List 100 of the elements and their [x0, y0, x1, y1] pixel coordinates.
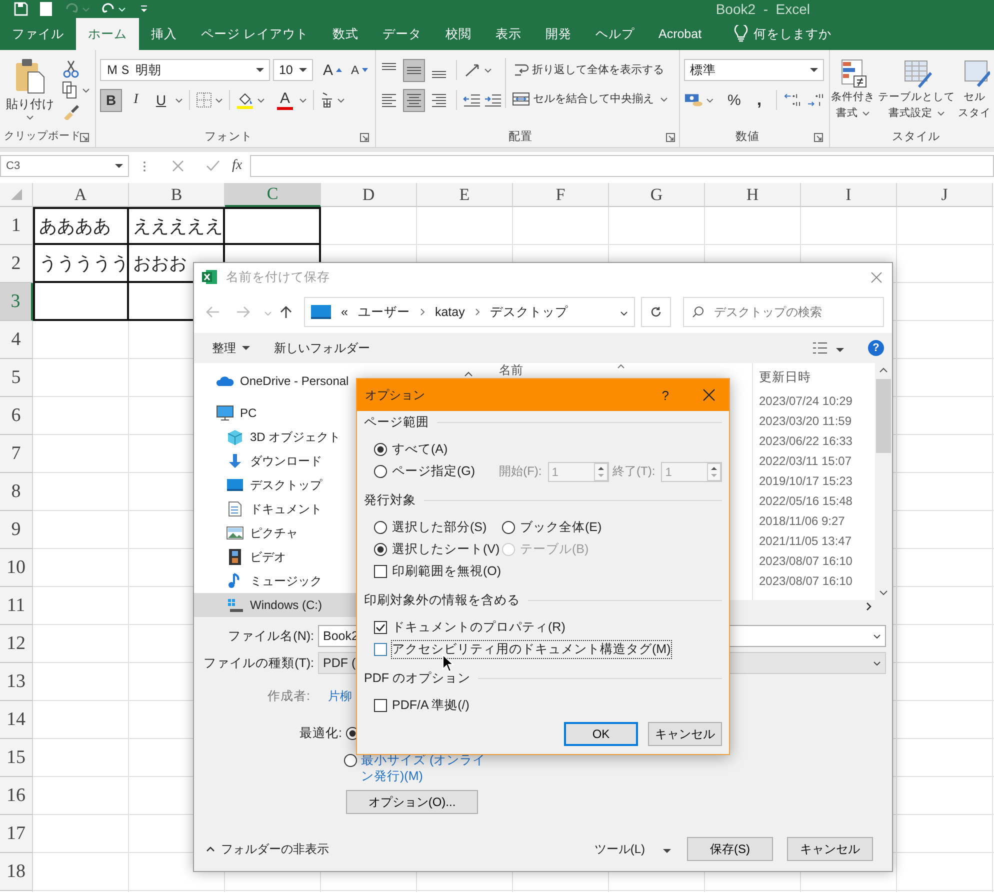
splitter-handle-icon[interactable]	[143, 161, 146, 172]
format-painter-icon[interactable]	[62, 102, 80, 120]
nav-item[interactable]: Windows (C:)	[194, 593, 357, 617]
comma-button[interactable]: ,	[748, 88, 770, 112]
lightbulb-icon[interactable]	[734, 25, 748, 43]
wrap-text-button[interactable]: 折り返して全体を表示する	[509, 58, 668, 81]
ribbon-tab[interactable]: ファイル	[0, 18, 76, 50]
row-header[interactable]: 13	[0, 663, 33, 701]
address-dropdown-icon[interactable]	[620, 311, 628, 316]
radio-button[interactable]	[374, 521, 387, 534]
nav-item[interactable]: ピクチャ	[194, 521, 357, 545]
column-header[interactable]: 更新日時	[759, 363, 875, 391]
help-button[interactable]: ?	[868, 340, 884, 356]
row-header[interactable]: 1	[0, 207, 33, 245]
row-header[interactable]: 6	[0, 397, 33, 435]
tools-arrow-icon[interactable]	[663, 849, 671, 853]
dialog-launcher-icon[interactable]	[360, 133, 369, 142]
table-cell[interactable]	[225, 207, 321, 245]
font-size-field[interactable]: 10	[272, 59, 313, 81]
ribbon-tab[interactable]: データ	[370, 18, 434, 50]
nav-item[interactable]: ビデオ	[194, 545, 357, 569]
file-type-dropdown-icon[interactable]	[873, 660, 881, 666]
column-header[interactable]: I	[801, 183, 897, 207]
align-center-button[interactable]	[403, 88, 425, 112]
table-cell[interactable]: ああああ	[33, 207, 129, 245]
text-orientation-icon[interactable]	[463, 62, 481, 78]
checkbox[interactable]	[374, 620, 387, 634]
column-header[interactable]: C	[225, 183, 321, 207]
save-icon[interactable]	[14, 2, 28, 16]
radio-button[interactable]	[374, 465, 387, 478]
name-box[interactable]: C3	[0, 155, 129, 177]
italic-button[interactable]: I	[125, 88, 147, 112]
nav-item[interactable]: 3D オブジェクト	[194, 425, 357, 449]
chevron-down-icon[interactable]	[936, 110, 944, 116]
row-header[interactable]: 2	[0, 245, 33, 283]
dialog-button[interactable]: キャンセル	[648, 722, 722, 746]
chevron-up-icon[interactable]	[206, 846, 215, 852]
table-cell[interactable]: えええええ	[129, 207, 225, 245]
chevron-down-icon[interactable]	[175, 98, 183, 102]
dialog-launcher-icon[interactable]	[666, 133, 675, 142]
fill-color-icon[interactable]	[236, 91, 254, 109]
address-bar[interactable]: « ユーザー katay デスクトップ	[304, 297, 635, 327]
underline-button[interactable]: U	[150, 88, 172, 112]
scroll-up-icon[interactable]	[464, 371, 473, 377]
merge-center-button[interactable]: セルを結合して中央揃え	[509, 88, 657, 110]
checkbox[interactable]	[374, 698, 387, 712]
dropdown-arrow-icon[interactable]	[256, 68, 264, 72]
organize-arrow-icon[interactable]	[242, 346, 250, 350]
save-button[interactable]: 保存(S)	[687, 837, 773, 861]
chevron-down-icon[interactable]	[706, 98, 714, 102]
row-header[interactable]: 10	[0, 549, 33, 587]
row-header[interactable]: 17	[0, 815, 33, 853]
ribbon-tab[interactable]: ホーム	[76, 18, 139, 50]
phonetic-guide-icon[interactable]	[320, 91, 334, 109]
chevron-down-icon[interactable]	[257, 98, 265, 102]
chevron-down-icon[interactable]	[82, 88, 90, 92]
nav-item[interactable]: ドキュメント	[194, 497, 357, 521]
row-header[interactable]: 12	[0, 625, 33, 663]
ribbon-tab[interactable]: ヘルプ	[583, 18, 646, 50]
row-header[interactable]: 3	[0, 283, 33, 321]
ribbon-tab[interactable]: 校閲	[433, 18, 484, 50]
align-middle-button[interactable]	[403, 58, 425, 82]
ribbon-tab[interactable]: 挿入	[139, 18, 189, 50]
nav-item[interactable]: OneDrive - Personal	[194, 369, 357, 393]
chevron-down-icon[interactable]	[26, 115, 34, 120]
currency-icon[interactable]	[684, 92, 704, 108]
row-header[interactable]: 16	[0, 777, 33, 815]
tools-menu[interactable]: ツール(L)	[594, 840, 645, 858]
radio-button[interactable]	[344, 754, 357, 767]
row-header[interactable]: 11	[0, 587, 33, 625]
hide-folders-button[interactable]: フォルダーの非表示	[221, 840, 329, 858]
view-options-icon[interactable]	[812, 342, 828, 354]
radio-button[interactable]	[502, 521, 515, 534]
column-header[interactable]: B	[129, 183, 225, 207]
copy-icon[interactable]	[62, 81, 78, 99]
column-header[interactable]: E	[417, 183, 513, 207]
chevron-down-icon[interactable]	[484, 68, 492, 72]
increase-indent-icon[interactable]	[484, 92, 502, 108]
dropdown-arrow-icon[interactable]	[810, 68, 818, 72]
breadcrumb[interactable]: ユーザー	[358, 304, 410, 320]
row-header[interactable]: 7	[0, 435, 33, 473]
checkbox[interactable]	[374, 642, 387, 656]
scroll-up-icon[interactable]	[879, 367, 888, 373]
paste-button[interactable]: 貼り付け	[4, 58, 56, 125]
bold-button[interactable]: B	[100, 88, 122, 112]
formula-field[interactable]	[250, 155, 994, 177]
breadcrumb[interactable]: デスクトップ	[490, 304, 568, 320]
shrink-font-button[interactable]: A	[348, 58, 372, 82]
cancel-button[interactable]: キャンセル	[787, 837, 873, 861]
help-button[interactable]: ?	[662, 388, 669, 402]
column-header[interactable]: H	[705, 183, 801, 207]
style-button[interactable]: テーブルとして 書式設定	[877, 58, 956, 125]
breadcrumb-overflow[interactable]: «	[341, 305, 348, 319]
chevron-down-icon[interactable]	[299, 98, 308, 102]
dropdown-arrow-icon[interactable]	[298, 68, 307, 72]
row-header[interactable]: 4	[0, 321, 33, 359]
column-header[interactable]: D	[321, 183, 417, 207]
refresh-button[interactable]	[641, 297, 671, 327]
ribbon-tab[interactable]: 表示	[483, 18, 534, 50]
column-header[interactable]: A	[33, 183, 129, 207]
